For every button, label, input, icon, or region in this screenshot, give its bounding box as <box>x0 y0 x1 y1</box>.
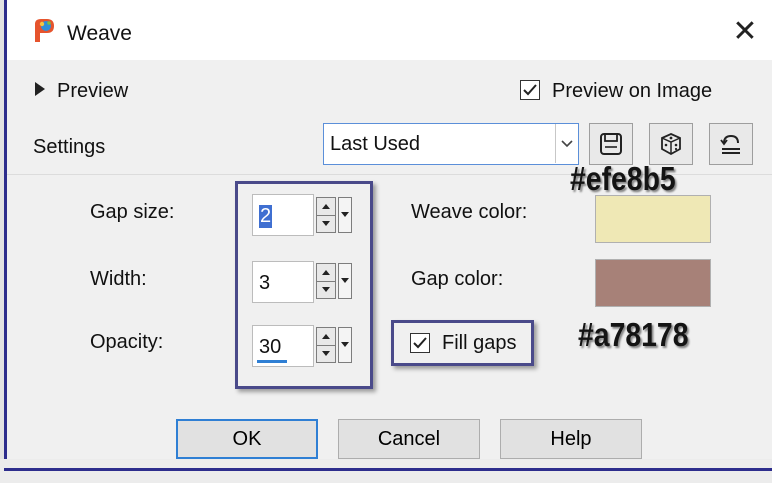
save-preset-button[interactable] <box>589 123 633 165</box>
opacity-updown[interactable] <box>316 327 336 363</box>
checkmark-icon <box>413 337 427 349</box>
dropdown-arrow-icon[interactable] <box>338 263 352 299</box>
expand-triangle-icon <box>35 82 45 96</box>
arrow-down-icon[interactable] <box>317 345 335 362</box>
cancel-button[interactable]: Cancel <box>338 419 480 459</box>
gap-size-value: 2 <box>259 205 273 228</box>
chevron-down-icon[interactable] <box>555 124 578 163</box>
width-value: 3 <box>259 272 271 294</box>
weave-color-annotation: #efe8b5 <box>570 160 676 197</box>
arrow-down-icon[interactable] <box>317 215 335 232</box>
preview-on-image-label[interactable]: Preview on Image <box>552 80 712 103</box>
opacity-stepper[interactable] <box>316 327 358 363</box>
dropdown-arrow-icon[interactable] <box>338 327 352 363</box>
paintshop-icon <box>29 16 59 46</box>
fill-gaps-label[interactable]: Fill gaps <box>442 332 516 355</box>
gap-size-updown[interactable] <box>316 197 336 233</box>
width-stepper[interactable] <box>316 263 358 299</box>
opacity-focus-underline <box>257 360 287 363</box>
width-updown[interactable] <box>316 263 336 299</box>
gap-color-label: Gap color: <box>411 268 504 290</box>
settings-label: Settings <box>33 136 106 158</box>
title-bar: Weave ✕ <box>7 0 772 60</box>
preview-toggle[interactable]: Preview <box>35 80 128 103</box>
reset-icon <box>720 134 740 154</box>
help-button[interactable]: Help <box>500 419 642 459</box>
top-toolbar: Preview Preview on Image Settings Last U… <box>7 60 772 174</box>
weave-color-label: Weave color: <box>411 201 528 223</box>
randomize-button[interactable] <box>649 123 693 165</box>
gap-size-label: Gap size: <box>90 201 175 223</box>
preview-toggle-label: Preview <box>57 80 129 102</box>
window-frame-left <box>0 0 7 483</box>
randomize-dice-icon <box>661 133 681 156</box>
preset-dropdown[interactable]: Last Used <box>323 123 579 165</box>
weave-color-swatch[interactable] <box>595 195 711 243</box>
gap-size-input[interactable]: 2 <box>252 194 314 236</box>
arrow-down-icon[interactable] <box>317 281 335 298</box>
arrow-up-icon[interactable] <box>317 328 335 346</box>
close-icon[interactable]: ✕ <box>725 12 765 52</box>
opacity-value: 30 <box>259 336 282 358</box>
reset-button[interactable] <box>709 123 753 165</box>
opacity-input[interactable]: 30 <box>252 325 314 367</box>
checkmark-icon <box>523 84 537 96</box>
arrow-up-icon[interactable] <box>317 198 335 216</box>
opacity-label: Opacity: <box>90 331 164 353</box>
preset-value: Last Used <box>330 133 421 155</box>
save-preset-icon <box>600 133 622 155</box>
width-input[interactable]: 3 <box>252 261 314 303</box>
dropdown-arrow-icon[interactable] <box>338 197 352 233</box>
fill-gaps-checkbox[interactable] <box>410 333 430 353</box>
window-frame-bottom <box>0 459 772 483</box>
window-title: Weave <box>67 22 132 45</box>
ok-button[interactable]: OK <box>176 419 318 459</box>
gap-size-stepper[interactable] <box>316 197 358 233</box>
arrow-up-icon[interactable] <box>317 264 335 282</box>
gap-color-swatch[interactable] <box>595 259 711 307</box>
preview-on-image-checkbox[interactable] <box>520 80 540 100</box>
gap-color-annotation: #a78178 <box>578 316 689 353</box>
width-label: Width: <box>90 268 147 290</box>
